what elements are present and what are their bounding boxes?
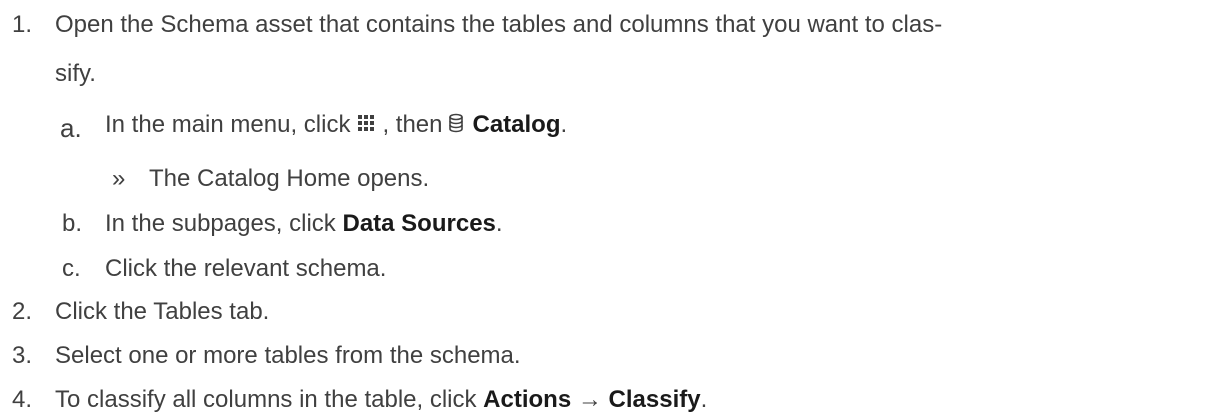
result-marker: » (112, 165, 126, 192)
substep-a-suffix: . (560, 111, 568, 138)
step-4-number: 4. (12, 386, 33, 413)
substep-a-letter: a. (60, 113, 82, 143)
step-1-text-line1: Open the Schema asset that contains the … (55, 11, 943, 38)
step-3-text: Select one or more tables from the schem… (55, 342, 521, 369)
step-4-suffix: . (700, 386, 708, 413)
database-icon (448, 113, 464, 133)
substep-a-prefix: In the main menu, click (105, 111, 351, 138)
grid-icon (356, 113, 376, 133)
classify-label: Classify (608, 386, 701, 413)
substep-b-letter: b. (62, 210, 83, 237)
result-text: The Catalog Home opens. (149, 165, 430, 192)
step-4-prefix: To classify all columns in the table, cl… (55, 386, 477, 413)
step-1: 1. (12, 10, 32, 40)
substep-b: In the subpages, click Data Sources. (105, 209, 503, 239)
substep-a: In the main menu, click , then Catalog. (105, 110, 567, 140)
instruction-document: 1. Open the Schema asset that contains t… (0, 0, 1228, 419)
step-number: 1. (12, 11, 33, 38)
step-2-text: Click the Tables tab. (55, 298, 270, 325)
substep-c-text: Click the relevant schema. (105, 255, 387, 282)
actions-label: Actions (483, 386, 572, 413)
data-sources-label: Data Sources (342, 210, 496, 237)
step-4: To classify all columns in the table, cl… (55, 385, 707, 415)
arrow-icon: → (577, 386, 602, 413)
substep-b-suffix: . (495, 210, 503, 237)
step-1-text-line2: sify. (55, 60, 96, 87)
step-3-number: 3. (12, 342, 33, 369)
catalog-label: Catalog (472, 111, 561, 138)
substep-c-letter: c. (62, 255, 81, 282)
substep-a-middle: , then (382, 111, 443, 138)
step-2-number: 2. (12, 298, 33, 325)
substep-b-prefix: In the subpages, click (105, 210, 336, 237)
